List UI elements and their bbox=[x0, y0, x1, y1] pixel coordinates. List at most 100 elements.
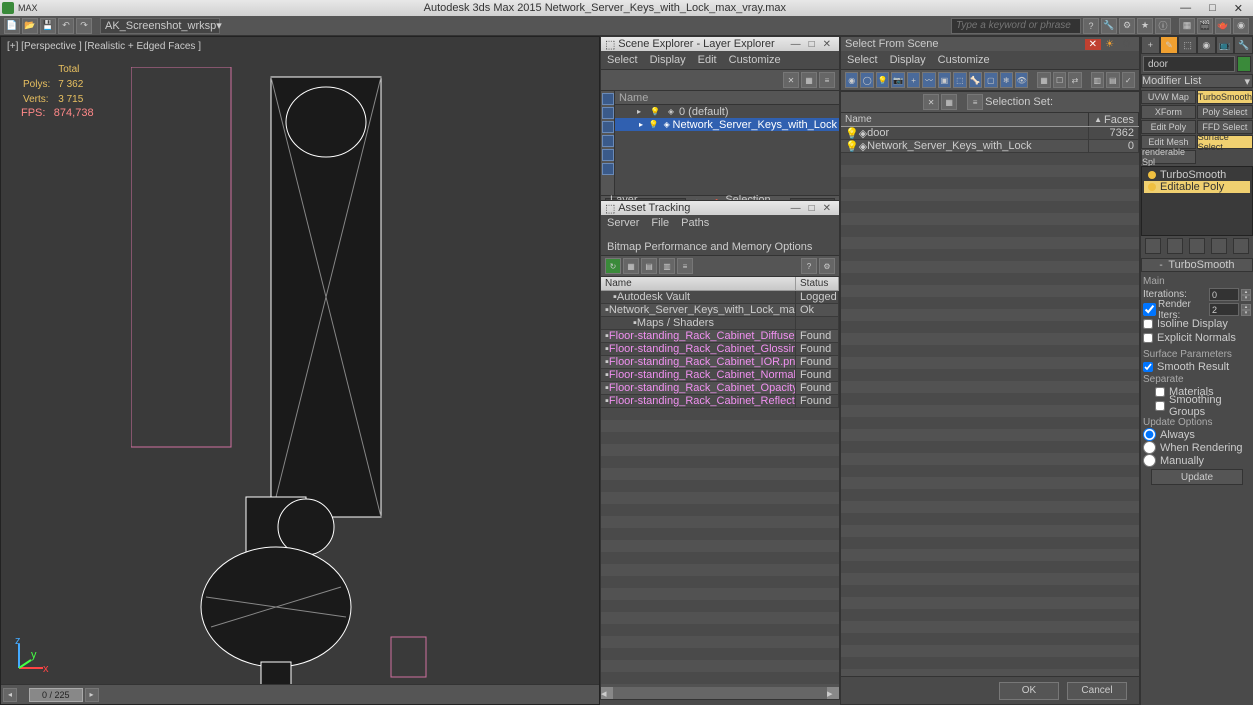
filter-icon[interactable]: ✕ bbox=[783, 72, 799, 88]
tree-row[interactable]: ▸💡◈Network_Server_Keys_with_Lock bbox=[615, 118, 839, 131]
search-input[interactable] bbox=[951, 18, 1081, 34]
menu-bitmap[interactable]: Bitmap Performance and Memory Options bbox=[607, 241, 812, 253]
at-icon5[interactable]: ≡ bbox=[677, 258, 693, 274]
f-sel-icon[interactable]: ✓ bbox=[1122, 72, 1135, 88]
tree-row[interactable]: ▸💡◈0 (default) bbox=[615, 105, 839, 118]
table-row[interactable]: ▪Floor-standing_Rack_Cabinet_Diffuse_W..… bbox=[601, 330, 839, 343]
f-inv-icon[interactable]: ⇄ bbox=[1068, 72, 1081, 88]
minimize-icon[interactable]: — bbox=[787, 39, 805, 50]
close-icon[interactable]: ✕ bbox=[819, 39, 835, 50]
layer2-icon[interactable]: ≡ bbox=[967, 94, 983, 110]
view-icon[interactable]: ▦ bbox=[801, 72, 817, 88]
color-swatch[interactable] bbox=[1237, 56, 1251, 72]
f-exp-icon[interactable]: ▤ bbox=[1106, 72, 1119, 88]
modifier-button[interactable]: renderable Spl bbox=[1141, 150, 1196, 164]
menu-select[interactable]: Select bbox=[847, 54, 878, 66]
isoline-check[interactable] bbox=[1143, 319, 1153, 329]
viewport-label[interactable]: [+] [Perspective ] [Realistic + Edged Fa… bbox=[7, 41, 201, 52]
modifier-button[interactable]: TurboSmooth bbox=[1197, 90, 1253, 104]
menu-customize[interactable]: Customize bbox=[729, 54, 781, 66]
asset-table[interactable]: ▪Autodesk VaultLogged▪Network_Server_Key… bbox=[601, 291, 839, 408]
material-icon[interactable]: ◉ bbox=[1233, 18, 1249, 34]
refresh-icon[interactable]: ↻ bbox=[605, 258, 621, 274]
sort-icon[interactable]: ≡ bbox=[819, 72, 835, 88]
gear-icon[interactable]: ⚙ bbox=[1118, 39, 1135, 50]
help-icon[interactable]: ? bbox=[801, 258, 817, 274]
minimize-icon[interactable]: — bbox=[787, 203, 805, 214]
axis-gizmo[interactable]: zxy bbox=[11, 636, 51, 679]
remove-mod-icon[interactable] bbox=[1211, 238, 1227, 254]
star-icon[interactable]: ★ bbox=[1137, 18, 1153, 34]
cancel-button[interactable]: Cancel bbox=[1067, 682, 1127, 700]
f-frozen-icon[interactable]: ❄ bbox=[1000, 72, 1013, 88]
table-row[interactable]: ▪Floor-standing_Rack_Cabinet_IOR.pngFoun… bbox=[601, 356, 839, 369]
tab-utilities[interactable]: 🔧 bbox=[1234, 36, 1253, 54]
f-all-icon[interactable]: ▦ bbox=[1037, 72, 1050, 88]
tab-create[interactable]: + bbox=[1141, 36, 1160, 54]
config-icon[interactable] bbox=[1233, 238, 1249, 254]
filter-geom-icon[interactable] bbox=[602, 93, 614, 105]
maximize-icon[interactable]: □ bbox=[805, 203, 819, 214]
open-icon[interactable]: 📂 bbox=[22, 18, 38, 34]
info-icon[interactable]: ⓘ bbox=[1155, 18, 1171, 34]
f-none-icon[interactable]: ☐ bbox=[1053, 72, 1066, 88]
render-icon[interactable]: 🎬 bbox=[1197, 18, 1213, 34]
menu-file[interactable]: File bbox=[651, 217, 669, 229]
asset-tracking-title[interactable]: ⬚ Asset Tracking —□✕ bbox=[601, 201, 839, 215]
table-row[interactable]: ▪Floor-standing_Rack_Cabinet_Glossiness.… bbox=[601, 343, 839, 356]
tab-hierarchy[interactable]: ⬚ bbox=[1178, 36, 1197, 54]
table-row[interactable]: ▪Floor-standing_Rack_Cabinet_Reflection.… bbox=[601, 395, 839, 408]
modifier-button[interactable]: Surface Select bbox=[1197, 135, 1253, 149]
at-icon2[interactable]: ▦ bbox=[623, 258, 639, 274]
sun-icon[interactable]: ☀ bbox=[1101, 39, 1118, 50]
layer-icon[interactable]: ▦ bbox=[1179, 18, 1195, 34]
f-geom-icon[interactable]: ◉ bbox=[845, 72, 858, 88]
filter-shape-icon[interactable] bbox=[602, 107, 614, 119]
f-cont-icon[interactable]: ▢ bbox=[984, 72, 997, 88]
menu-select[interactable]: Select bbox=[607, 54, 638, 66]
select-scene-title[interactable]: Select From Scene ✕ ☀ ⚙ bbox=[841, 37, 1139, 51]
table-row[interactable]: ▪Network_Server_Keys_with_Lock_max_vray.… bbox=[601, 304, 839, 317]
table-row[interactable]: ▪Maps / Shaders bbox=[601, 317, 839, 330]
at-icon3[interactable]: ▤ bbox=[641, 258, 657, 274]
teapot-icon[interactable]: 🫖 bbox=[1215, 18, 1231, 34]
scroll-right-icon[interactable]: ▸ bbox=[827, 687, 839, 699]
f-xref-icon[interactable]: ⬚ bbox=[953, 72, 966, 88]
minimize-icon[interactable]: — bbox=[1172, 2, 1199, 15]
when-rendering-radio[interactable] bbox=[1143, 441, 1156, 454]
pin-stack-icon[interactable] bbox=[1145, 238, 1161, 254]
tool-icon[interactable]: 🔧 bbox=[1101, 18, 1117, 34]
f-hidden-icon[interactable]: 👁 bbox=[1015, 72, 1028, 88]
f-space-icon[interactable]: 〰 bbox=[922, 72, 935, 88]
menu-edit[interactable]: Edit bbox=[698, 54, 717, 66]
table-row[interactable]: 💡◈door7362 bbox=[841, 127, 1139, 140]
filter-cam-icon[interactable] bbox=[602, 135, 614, 147]
menu-paths[interactable]: Paths bbox=[681, 217, 709, 229]
table-row[interactable]: ▪Floor-standing_Rack_Cabinet_Normal.pngF… bbox=[601, 369, 839, 382]
modifier-button[interactable]: UVW Map bbox=[1141, 90, 1196, 104]
smooth-result-check[interactable] bbox=[1143, 362, 1153, 372]
object-name-input[interactable] bbox=[1143, 56, 1235, 72]
modifier-button[interactable]: XForm bbox=[1141, 105, 1196, 119]
maximize-icon[interactable]: □ bbox=[805, 39, 819, 50]
f-bone-icon[interactable]: 🦴 bbox=[969, 72, 982, 88]
render-iters-spinner[interactable] bbox=[1209, 303, 1239, 316]
f-shape-icon[interactable]: ◯ bbox=[860, 72, 873, 88]
filter-light-icon[interactable] bbox=[602, 121, 614, 133]
modifier-button[interactable]: Poly Select bbox=[1197, 105, 1253, 119]
close-icon[interactable]: ✕ bbox=[1085, 39, 1101, 50]
f-light-icon[interactable]: 💡 bbox=[876, 72, 889, 88]
modifier-stack[interactable]: TurboSmoothEditable Poly bbox=[1141, 166, 1253, 236]
prev-frame-icon[interactable]: ◂ bbox=[3, 688, 17, 702]
smoothing-groups-check[interactable] bbox=[1155, 401, 1165, 411]
save-icon[interactable]: 💾 bbox=[40, 18, 56, 34]
next-frame-icon[interactable]: ▸ bbox=[85, 688, 99, 702]
menu-customize[interactable]: Customize bbox=[938, 54, 990, 66]
stack-item[interactable]: TurboSmooth bbox=[1144, 169, 1250, 181]
show-result-icon[interactable] bbox=[1167, 238, 1183, 254]
undo-icon[interactable]: ↶ bbox=[58, 18, 74, 34]
viewport[interactable]: [+] [Perspective ] [Realistic + Edged Fa… bbox=[0, 36, 600, 705]
manually-radio[interactable] bbox=[1143, 454, 1156, 467]
close-icon[interactable]: ✕ bbox=[819, 203, 835, 214]
modifier-list-dropdown[interactable]: Modifier List▾ bbox=[1141, 74, 1253, 88]
